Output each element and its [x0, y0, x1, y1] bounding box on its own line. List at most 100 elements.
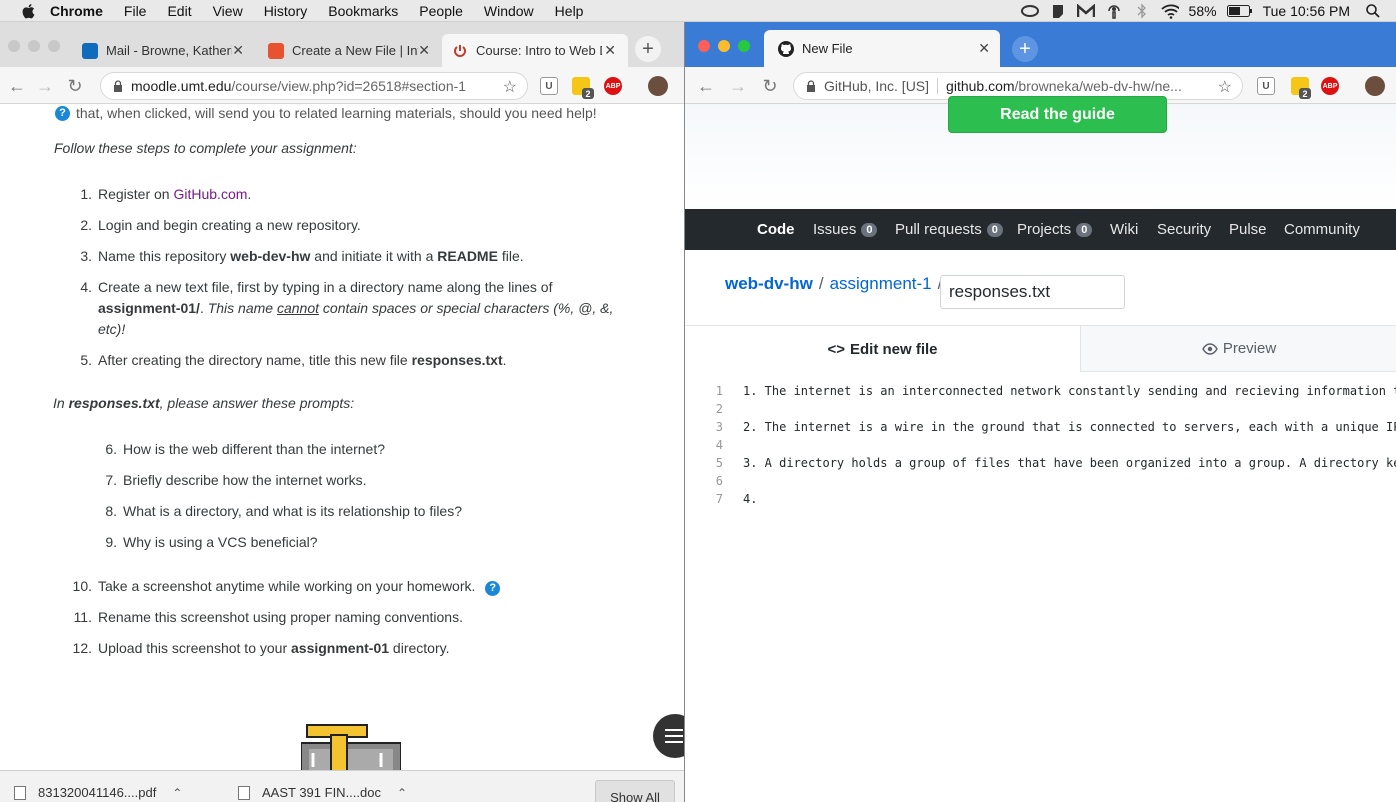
tab-new-file-title: New File: [802, 41, 853, 56]
menu-help[interactable]: Help: [555, 3, 584, 19]
repo-link[interactable]: web-dv-hw: [725, 274, 813, 294]
lock-icon: [114, 80, 122, 92]
close-tab-icon[interactable]: ✕: [978, 40, 990, 57]
code-line: 2: [685, 400, 1396, 418]
menu-edit[interactable]: Edit: [167, 3, 191, 19]
line-text[interactable]: 1. The internet is an interconnected net…: [743, 382, 1396, 400]
adblock-plus-icon[interactable]: ABP: [1321, 77, 1339, 95]
window-zoom-button[interactable]: [48, 40, 60, 52]
window-minimize-button[interactable]: [718, 40, 730, 52]
back-arrow-icon[interactable]: ←: [6, 75, 28, 97]
step-text: Create a new text file, first by typing …: [98, 279, 614, 337]
download-item[interactable]: AAST 391 FIN....doc ⌃: [238, 785, 407, 800]
close-tab-icon[interactable]: ✕: [418, 42, 430, 59]
step-number: 2.: [80, 217, 92, 233]
download-item[interactable]: 831320041146....pdf ⌃: [14, 785, 182, 800]
menu-chrome[interactable]: Chrome: [50, 3, 103, 19]
line-number: 5: [715, 456, 723, 470]
airdrop-icon[interactable]: [1105, 3, 1123, 19]
extension-u-icon[interactable]: U: [540, 77, 558, 95]
step-number: 4.: [80, 279, 92, 295]
new-tab-button[interactable]: +: [1012, 36, 1038, 62]
reload-icon[interactable]: ↻: [759, 75, 781, 97]
bluetooth-icon[interactable]: [1133, 3, 1151, 19]
tab-edit-new-file[interactable]: <> Edit new file: [685, 326, 1081, 372]
menu-people[interactable]: People: [419, 3, 463, 19]
window-minimize-button[interactable]: [28, 40, 40, 52]
menu-bookmarks[interactable]: Bookmarks: [328, 3, 398, 19]
site-owner: GitHub, Inc. [US]: [824, 78, 930, 94]
show-all-downloads-button[interactable]: Show All: [595, 780, 675, 802]
adblock-plus-icon[interactable]: ABP: [604, 77, 622, 95]
close-tab-icon[interactable]: ✕: [232, 42, 244, 59]
window-zoom-button[interactable]: [738, 40, 750, 52]
mail-m-icon[interactable]: [1076, 3, 1095, 19]
apple-icon[interactable]: [20, 2, 38, 20]
window-close-button[interactable]: [698, 40, 710, 52]
menu-history[interactable]: History: [264, 3, 308, 19]
code-line: 3 2. The internet is a wire in the ground…: [685, 418, 1396, 436]
wifi-icon[interactable]: [1160, 3, 1179, 19]
new-tab-button[interactable]: +: [635, 36, 661, 62]
chevron-up-icon[interactable]: ⌃: [172, 786, 182, 800]
forward-arrow-icon[interactable]: →: [34, 75, 56, 97]
reload-icon[interactable]: ↻: [64, 75, 86, 97]
line-text[interactable]: 3. A directory holds a group of files th…: [743, 454, 1396, 472]
tab-pulse[interactable]: Pulse: [1229, 209, 1267, 250]
tab-create-file[interactable]: Create a New File | Intro ✕: [258, 34, 442, 67]
directory-link[interactable]: assignment-1: [830, 274, 932, 294]
creative-cloud-icon[interactable]: [1020, 3, 1039, 19]
tab-new-file[interactable]: New File ✕: [764, 30, 1000, 67]
profile-avatar[interactable]: [1365, 76, 1385, 96]
line-text[interactable]: 2. The internet is a wire in the ground …: [743, 418, 1396, 436]
github-browser-window: New File ✕ + ← → ↻ GitHub, Inc. [US] git…: [684, 22, 1396, 802]
menu-view[interactable]: View: [213, 3, 243, 19]
help-question-icon[interactable]: ?: [55, 105, 70, 121]
tab-community[interactable]: Community: [1284, 209, 1360, 250]
tab-code[interactable]: Code: [757, 209, 795, 250]
tab-pull-requests[interactable]: Pull requests 0: [895, 209, 1003, 250]
profile-avatar[interactable]: [648, 76, 668, 96]
menu-window[interactable]: Window: [484, 3, 534, 19]
tab-wiki[interactable]: Wiki: [1110, 209, 1138, 250]
code-line: 7 4.: [685, 490, 1396, 508]
bookmark-star-icon[interactable]: ☆: [503, 77, 517, 97]
extension-u-icon[interactable]: U: [1257, 77, 1275, 95]
github-link[interactable]: GitHub.com: [173, 186, 247, 202]
read-guide-button[interactable]: Read the guide: [948, 96, 1167, 133]
close-tab-icon[interactable]: ✕: [604, 42, 616, 59]
tab-mail[interactable]: Mail - Browne, Katherine ✕: [72, 34, 256, 67]
spotlight-search-icon[interactable]: [1364, 3, 1382, 19]
tab-preview[interactable]: Preview: [1081, 326, 1396, 372]
lock-icon: [807, 80, 815, 92]
menu-file[interactable]: File: [124, 3, 147, 19]
issues-count: 0: [861, 222, 878, 237]
window-close-button[interactable]: [8, 40, 20, 52]
chevron-up-icon[interactable]: ⌃: [397, 786, 407, 800]
step-number: 5.: [80, 352, 92, 368]
left-toolbar: ← → ↻ moodle.umt.edu /course/view.php?id…: [0, 67, 684, 104]
tab-course[interactable]: Course: Intro to Web D... ✕: [442, 34, 628, 67]
line-number: 2: [715, 402, 723, 416]
macos-menu-bar: Chrome File Edit View History Bookmarks …: [0, 0, 1396, 22]
filename-input[interactable]: responses.txt: [940, 275, 1125, 309]
url-separator: [937, 78, 939, 94]
bookmark-star-icon[interactable]: ☆: [1218, 77, 1232, 97]
evernote-icon[interactable]: [1049, 3, 1067, 19]
tab-projects[interactable]: Projects 0: [1017, 209, 1093, 250]
code-brackets-icon: <>: [827, 340, 845, 358]
battery-icon[interactable]: [1226, 3, 1253, 19]
extension-badge: 2: [1299, 88, 1311, 99]
back-arrow-icon[interactable]: ←: [695, 75, 717, 97]
tab-course-title: Course: Intro to Web D...: [476, 43, 602, 58]
step-number: 3.: [80, 248, 92, 264]
forward-arrow-icon[interactable]: →: [727, 75, 749, 97]
menubar-clock[interactable]: Tue 10:56 PM: [1263, 3, 1350, 19]
code-editor[interactable]: 1 1. The internet is an interconnected ne…: [685, 382, 1396, 508]
line-text[interactable]: 4.: [743, 490, 757, 508]
tab-security[interactable]: Security: [1157, 209, 1211, 250]
path-separator: /: [818, 274, 824, 293]
help-question-icon[interactable]: ?: [485, 581, 501, 596]
address-bar[interactable]: moodle.umt.edu /course/view.php?id=26518…: [100, 72, 528, 100]
tab-issues[interactable]: Issues 0: [813, 209, 878, 250]
